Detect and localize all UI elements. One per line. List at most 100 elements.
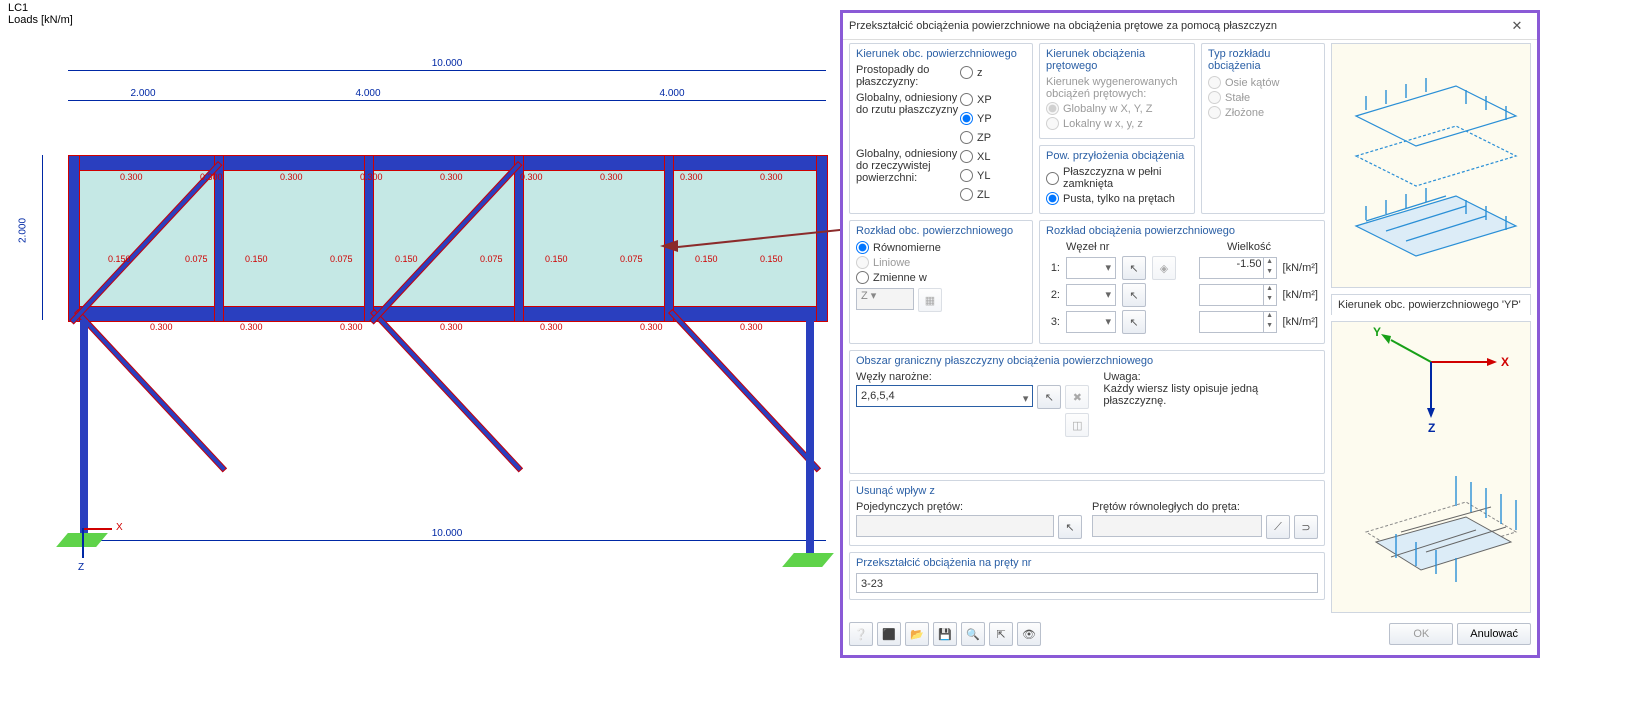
axes-icon[interactable]: ⇱	[989, 622, 1013, 646]
group-boundary: Obszar graniczny płaszczyzny obciążenia …	[849, 350, 1325, 474]
row-label: 2:	[1046, 289, 1060, 301]
svg-text:Y: Y	[1373, 325, 1381, 339]
pick-node-button[interactable]: ↖	[1122, 310, 1146, 334]
group-heading: Rozkład obc. powierzchniowego	[856, 225, 1026, 237]
svg-text:X: X	[1501, 355, 1509, 369]
load-label: 0.300	[600, 172, 623, 182]
load-label: 0.075	[480, 254, 503, 264]
node-combo-2[interactable]: ▾	[1066, 284, 1116, 306]
group-heading: Kierunek obciążenia prętowego	[1046, 48, 1188, 72]
load-label: 0.075	[620, 254, 643, 264]
dim-b: 4.000	[218, 88, 518, 99]
group-load-direction: Kierunek obc. powierzchniowego Prostopad…	[849, 43, 1033, 214]
load-label: 0.300	[440, 172, 463, 182]
group-heading: Typ rozkładu obciążenia	[1208, 48, 1318, 72]
node-combo-3[interactable]: ▾	[1066, 311, 1116, 333]
convert-surface-loads-dialog: Przekształcić obciążenia powierzchniowe …	[840, 10, 1540, 658]
radio-zp[interactable]: ZP	[960, 131, 992, 144]
pick-node-button[interactable]: ↖	[1122, 283, 1146, 307]
group-surface-distribution: Rozkład obc. powierzchniowego Równomiern…	[849, 220, 1033, 344]
callout-arrow-head	[660, 240, 678, 252]
load-label: 0.300	[440, 322, 463, 332]
dim-total: 10.000	[68, 58, 826, 69]
top-chord	[68, 155, 828, 171]
preview-top	[1331, 43, 1531, 288]
load-label: 0.300	[360, 172, 383, 182]
unit-label: [kN/m²]	[1283, 289, 1318, 301]
view-icon[interactable]: 👁	[1017, 622, 1041, 646]
open-icon[interactable]: 📂	[905, 622, 929, 646]
radio-empty-members[interactable]: Pusta, tylko na prętach	[1046, 192, 1188, 205]
axis-select: Z ▾	[856, 288, 914, 310]
radio-zl[interactable]: ZL	[960, 188, 992, 201]
help-icon[interactable]: ❔	[849, 622, 873, 646]
radio-yp[interactable]: YP	[960, 112, 992, 125]
dim-h: 2.000	[18, 216, 29, 246]
titlebar[interactable]: Przekształcić obciążenia powierzchniowe …	[843, 13, 1537, 40]
calc-icon[interactable]: ⬛	[877, 622, 901, 646]
diagonal	[370, 309, 523, 473]
label: Węzły narożne:	[856, 371, 1089, 383]
diagonal	[74, 309, 227, 473]
label: Prostopadły do płaszczyzny:	[856, 64, 960, 92]
magnitude-1[interactable]: -1.50▲▼	[1199, 257, 1277, 279]
axis-z-label: Z	[78, 562, 84, 573]
load-label: 0.300	[640, 322, 663, 332]
radio-uniform[interactable]: Równomierne	[856, 241, 1026, 254]
parallel-members-input[interactable]	[1092, 515, 1262, 537]
preview-bottom: X Y Z	[1331, 321, 1531, 613]
load-label: 0.300	[340, 322, 363, 332]
load-label: 0.300	[120, 172, 143, 182]
load-label: 0.300	[240, 322, 263, 332]
dialog-footer: ❔ ⬛ 📂 💾 🔍 ⇱ 👁 OK Anulować	[849, 619, 1531, 649]
svg-text:Z: Z	[1428, 421, 1435, 435]
magnitude-3[interactable]: ▲▼	[1199, 311, 1277, 333]
zoom-icon[interactable]: 🔍	[961, 622, 985, 646]
preview-caption: Kierunek obc. powierzchniowego 'YP'	[1331, 294, 1531, 315]
radio-constant: Stałe	[1208, 91, 1318, 104]
label: Prętów równoległych do pręta:	[1092, 501, 1318, 513]
delete-row-button: ✖	[1065, 385, 1089, 409]
support	[782, 553, 834, 567]
unit-label: [kN/m²]	[1283, 316, 1318, 328]
cancel-button[interactable]: Anulować	[1457, 623, 1531, 645]
group-heading: Obszar graniczny płaszczyzny obciążenia …	[856, 355, 1318, 367]
magnitude-2[interactable]: ▲▼	[1199, 284, 1277, 306]
radio-variable[interactable]: Zmienne w	[856, 271, 1026, 284]
vertical	[816, 155, 828, 322]
load-label: 0.075	[330, 254, 353, 264]
ok-button[interactable]: OK	[1389, 623, 1453, 645]
corner-nodes-input[interactable]: 2,6,5,4▾	[856, 385, 1033, 407]
group-distribution-type: Typ rozkładu obciążenia Osie kątów Stałe…	[1201, 43, 1325, 214]
group-convert-to-members: Przekształcić obciążenia na pręty nr 3-2…	[849, 552, 1325, 600]
load-label: 0.300	[520, 172, 543, 182]
radio-xp[interactable]: XP	[960, 93, 992, 106]
node-combo-1[interactable]: ▾	[1066, 257, 1116, 279]
vertical	[68, 155, 80, 322]
single-members-input[interactable]	[856, 515, 1054, 537]
column	[806, 320, 814, 555]
column	[80, 320, 88, 535]
parallel-link-button[interactable]: ⊃	[1294, 515, 1318, 539]
pick-parallel-button[interactable]: ⟋	[1266, 515, 1290, 539]
pick-members-button[interactable]: ↖	[1058, 515, 1082, 539]
group-heading: Przekształcić obciążenia na pręty nr	[856, 557, 1318, 569]
edit-axis-button: ▦	[918, 288, 942, 312]
row-label: 3:	[1046, 316, 1060, 328]
save-icon[interactable]: 💾	[933, 622, 957, 646]
vertical	[664, 155, 674, 322]
close-button[interactable]: ✕	[1503, 13, 1531, 39]
group-member-load-direction: Kierunek obciążenia prętowego Kierunek w…	[1039, 43, 1195, 139]
radio-closed-plane[interactable]: Płaszczyzna w pełni zamknięta	[1046, 166, 1188, 190]
radio-yl[interactable]: YL	[960, 169, 992, 182]
group-surface-load-values: Rozkład obciążenia powierzchniowego Węze…	[1039, 220, 1325, 344]
label: Kierunek wygenerowanych obciążeń prętowy…	[1046, 76, 1188, 100]
pick-nodes-button[interactable]: ↖	[1037, 385, 1061, 409]
unit-label: [kN/m²]	[1283, 262, 1318, 274]
model-viewport[interactable]: LC1 Loads [kN/m] 10.000 2.000 4.000 4.00…	[0, 0, 840, 707]
pick-node-button[interactable]: ↖	[1122, 256, 1146, 280]
radio-xl[interactable]: XL	[960, 150, 992, 163]
target-members-input[interactable]: 3-23	[856, 573, 1318, 593]
load-label: 0.150	[545, 254, 568, 264]
radio-z[interactable]: z	[960, 66, 992, 79]
